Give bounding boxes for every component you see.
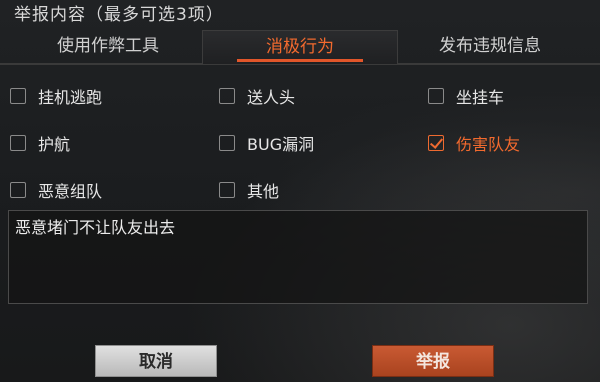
option-label: 护航 — [38, 135, 71, 154]
checkbox-escort[interactable] — [10, 135, 26, 151]
checkbox-feeding[interactable] — [219, 88, 235, 104]
option-ride-cheater[interactable]: 坐挂车 — [428, 83, 504, 109]
checkbox-afk-escape[interactable] — [10, 88, 26, 104]
active-tab-indicator — [237, 59, 363, 62]
option-other[interactable]: 其他 — [219, 177, 279, 203]
report-submit-button[interactable]: 举报 — [372, 345, 494, 377]
option-label: 送人头 — [247, 88, 296, 107]
cancel-button[interactable]: 取消 — [95, 345, 217, 377]
checkbox-other[interactable] — [219, 182, 235, 198]
option-afk-escape[interactable]: 挂机逃跑 — [10, 83, 102, 109]
option-label: 挂机逃跑 — [38, 88, 103, 107]
tab-negative-behavior-label: 消极行为 — [266, 37, 334, 57]
option-label: 恶意组队 — [38, 182, 103, 201]
checkbox-ride-cheater[interactable] — [428, 88, 444, 104]
tab-negative-behavior[interactable]: 消极行为 — [202, 30, 398, 64]
option-label: 坐挂车 — [456, 88, 505, 107]
option-label: BUG漏洞 — [247, 135, 315, 154]
option-team-damage[interactable]: 伤害队友 — [428, 130, 520, 156]
tab-illegal-info[interactable]: 发布违规信息 — [400, 30, 580, 64]
option-label: 其他 — [247, 182, 280, 201]
checkbox-bug-exploit[interactable] — [219, 135, 235, 151]
option-label: 伤害队友 — [456, 135, 521, 154]
report-description-text: 恶意堵门不让队友出去 — [15, 218, 176, 237]
option-escort[interactable]: 护航 — [10, 130, 70, 156]
checkbox-team-damage-checked[interactable] — [428, 135, 444, 151]
option-bug-exploit[interactable]: BUG漏洞 — [219, 130, 314, 156]
category-tabs: 使用作弊工具 消极行为 发布违规信息 — [0, 30, 600, 66]
option-feeding[interactable]: 送人头 — [219, 83, 295, 109]
report-description-field[interactable]: 恶意堵门不让队友出去 — [8, 210, 588, 304]
checkbox-malicious-team[interactable] — [10, 182, 26, 198]
report-header-title: 举报内容（最多可选3项） — [14, 5, 224, 25]
tab-cheating-tools[interactable]: 使用作弊工具 — [18, 30, 198, 64]
report-options: 挂机逃跑 送人头 坐挂车 护航 BUG漏洞 伤害队友 恶意组队 其他 — [0, 80, 600, 210]
option-malicious-team[interactable]: 恶意组队 — [10, 177, 102, 203]
